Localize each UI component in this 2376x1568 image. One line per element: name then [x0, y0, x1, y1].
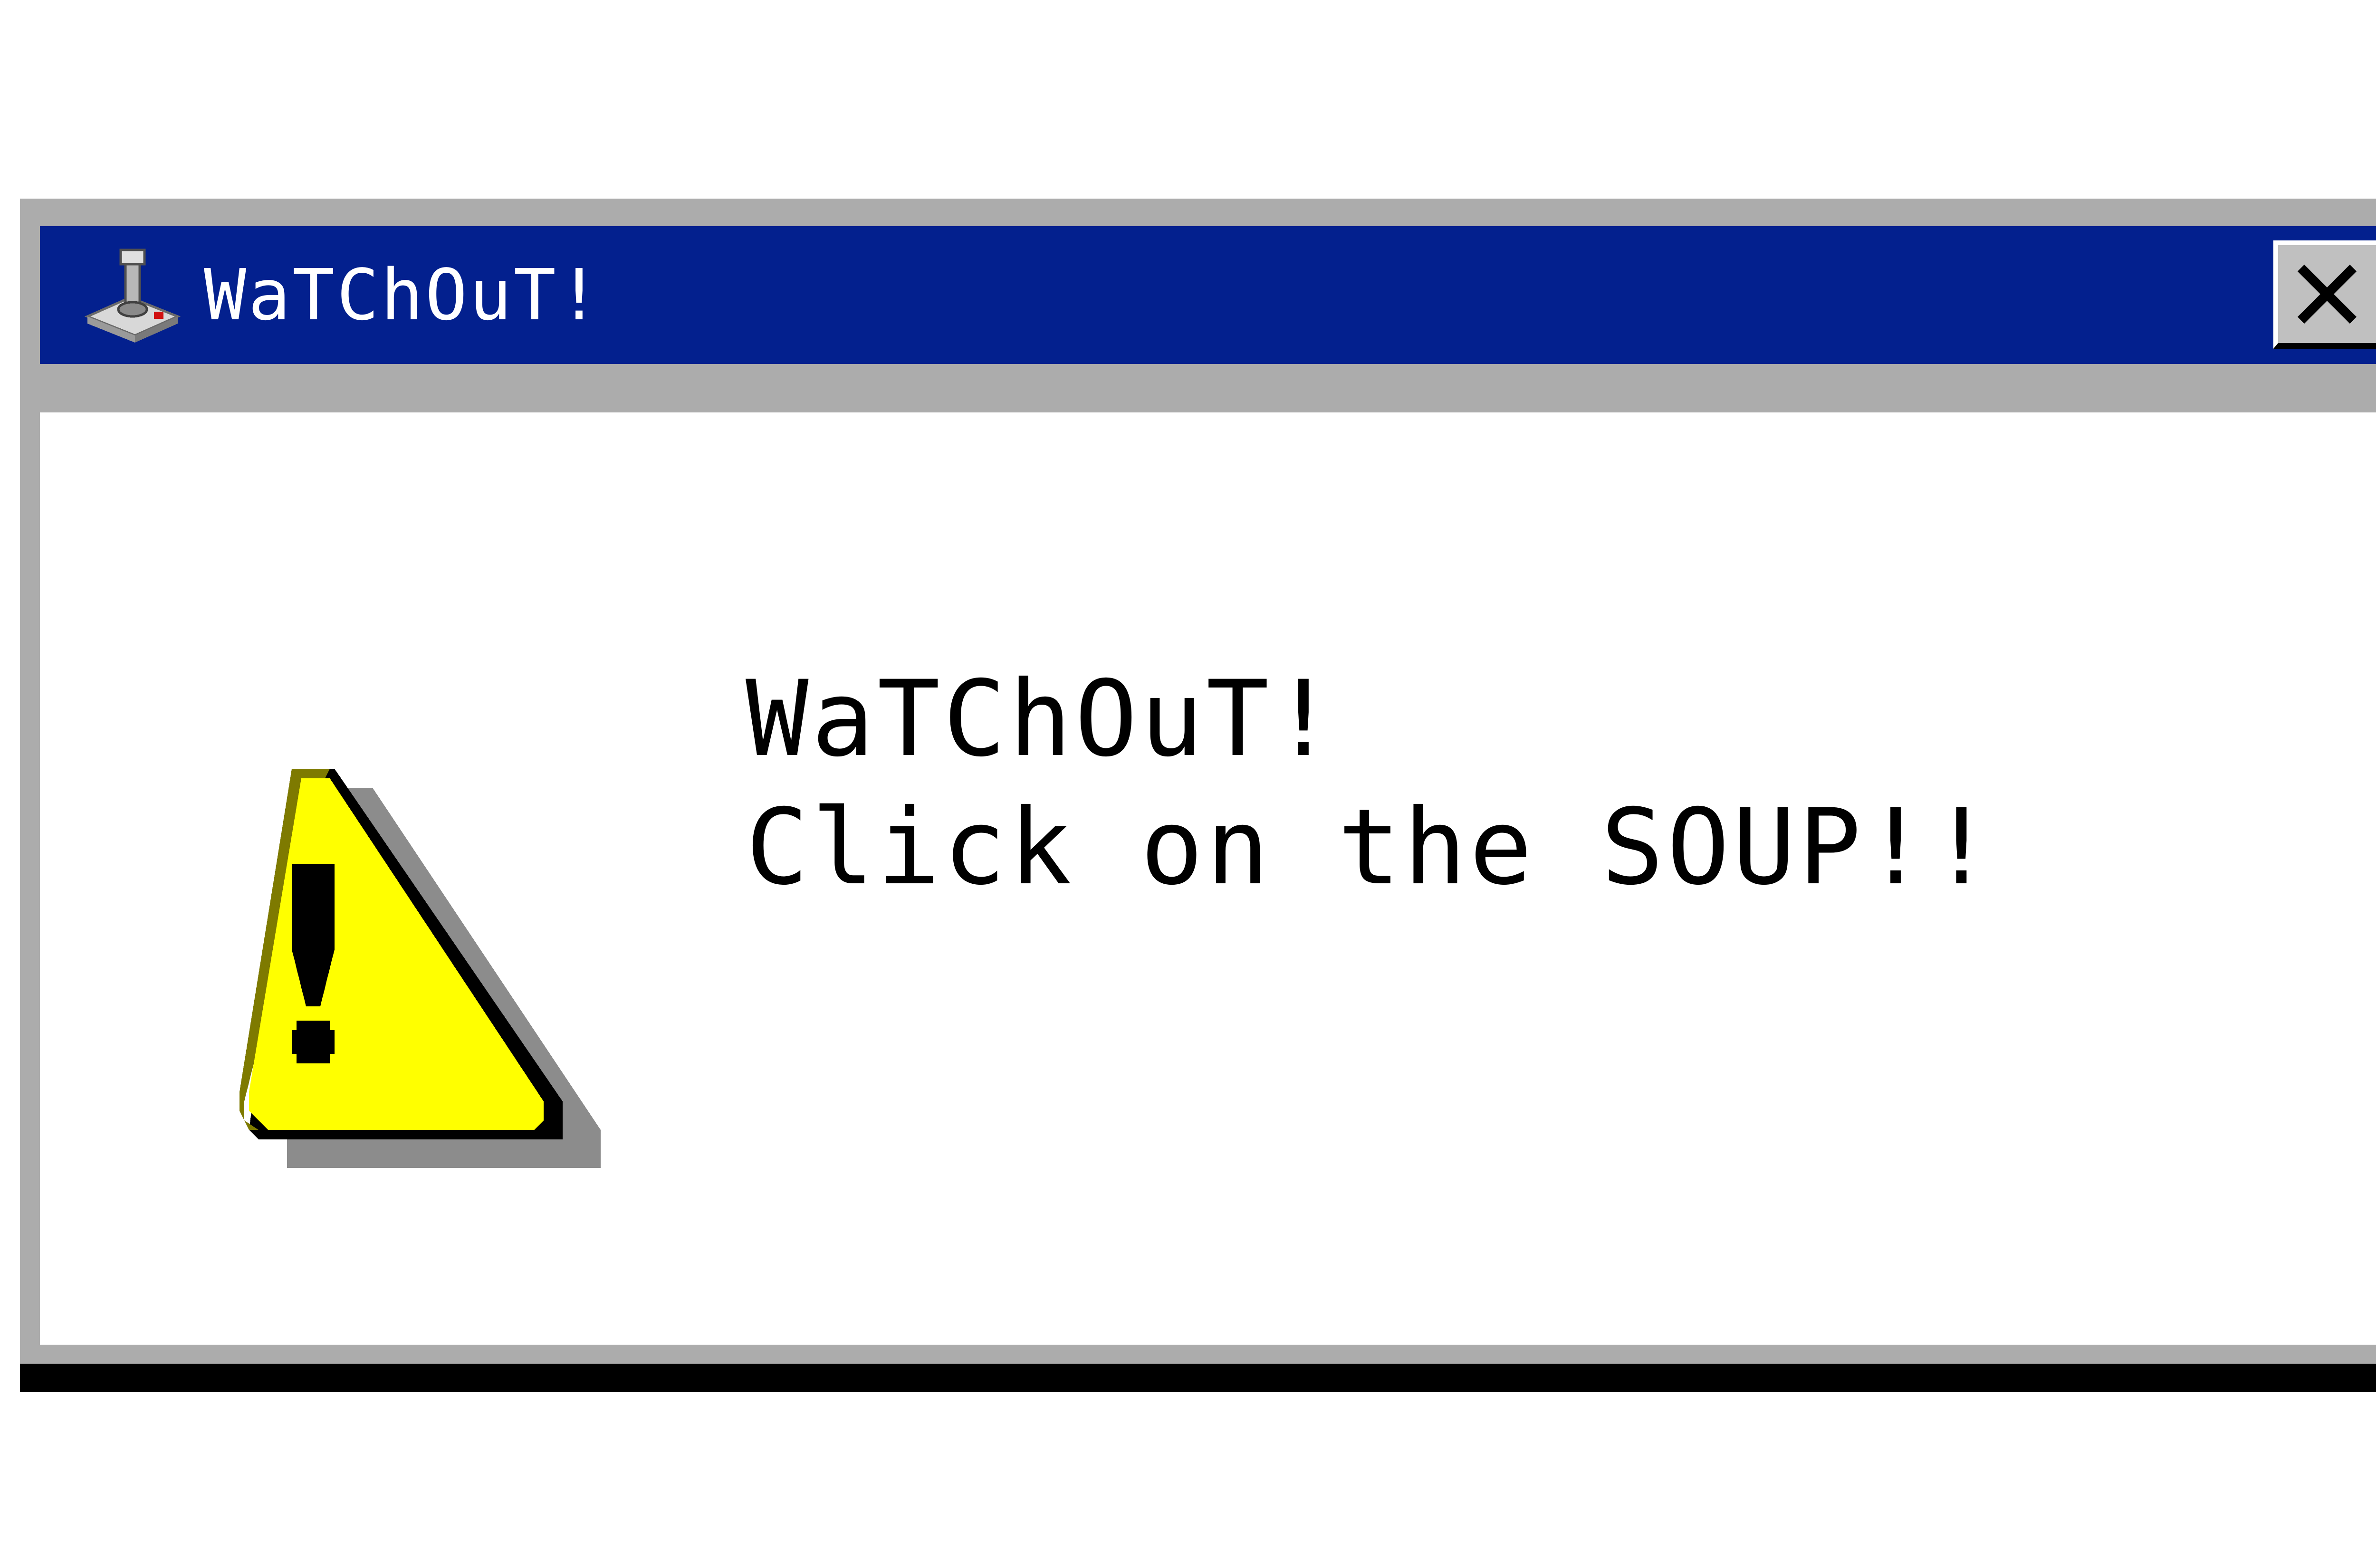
- desktop-background: WaTChOuT! WaTChOuT! Click on the SOUP!!: [0, 0, 2376, 1568]
- dialog-content: WaTChOuT! Click on the SOUP!!: [40, 412, 2376, 1345]
- window-title: WaTChOuT!: [204, 254, 602, 336]
- close-button[interactable]: [2273, 240, 2376, 349]
- message-heading: WaTChOuT!: [746, 658, 1338, 780]
- joystick-icon: [84, 249, 181, 343]
- message-body: Click on the SOUP!!: [746, 786, 1996, 908]
- title-bar[interactable]: WaTChOuT!: [40, 226, 2376, 364]
- warning-icon: [240, 769, 601, 1168]
- dialog-message: WaTChOuT! Click on the SOUP!!: [746, 655, 1996, 911]
- close-icon: [2297, 264, 2357, 324]
- alert-dialog-window: WaTChOuT! WaTChOuT! Click on the SOUP!!: [20, 199, 2376, 1364]
